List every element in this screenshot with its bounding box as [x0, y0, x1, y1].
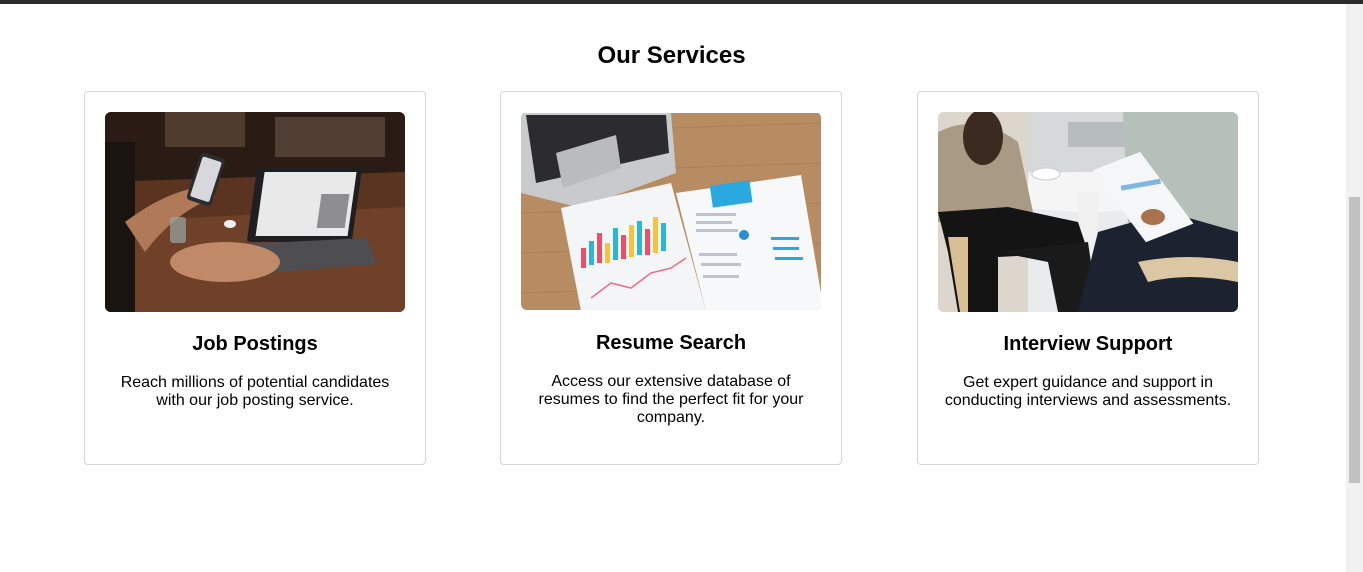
card-title: Interview Support: [1003, 333, 1173, 355]
card-description: Get expert guidance and support in condu…: [944, 374, 1232, 409]
interview-meeting-photo: [938, 112, 1238, 312]
laptop-phone-photo: [105, 112, 405, 312]
service-card-interview-support: Interview Support Get expert guidance an…: [917, 91, 1259, 465]
scrollbar-thumb[interactable]: [1349, 197, 1360, 483]
vertical-scrollbar[interactable]: [1346, 4, 1363, 572]
card-description: Reach millions of potential candidates w…: [120, 374, 390, 409]
service-card-job-postings: Job Postings Reach millions of potential…: [84, 91, 426, 465]
browser-top-border: [0, 0, 1363, 4]
card-title: Resume Search: [595, 332, 747, 354]
section-title: Our Services: [597, 42, 746, 69]
card-title: Job Postings: [192, 333, 318, 355]
resume-documents-photo: [521, 112, 821, 310]
service-card-resume-search: Resume Search Access our extensive datab…: [500, 91, 842, 465]
card-description: Access our extensive database of resumes…: [538, 373, 804, 426]
